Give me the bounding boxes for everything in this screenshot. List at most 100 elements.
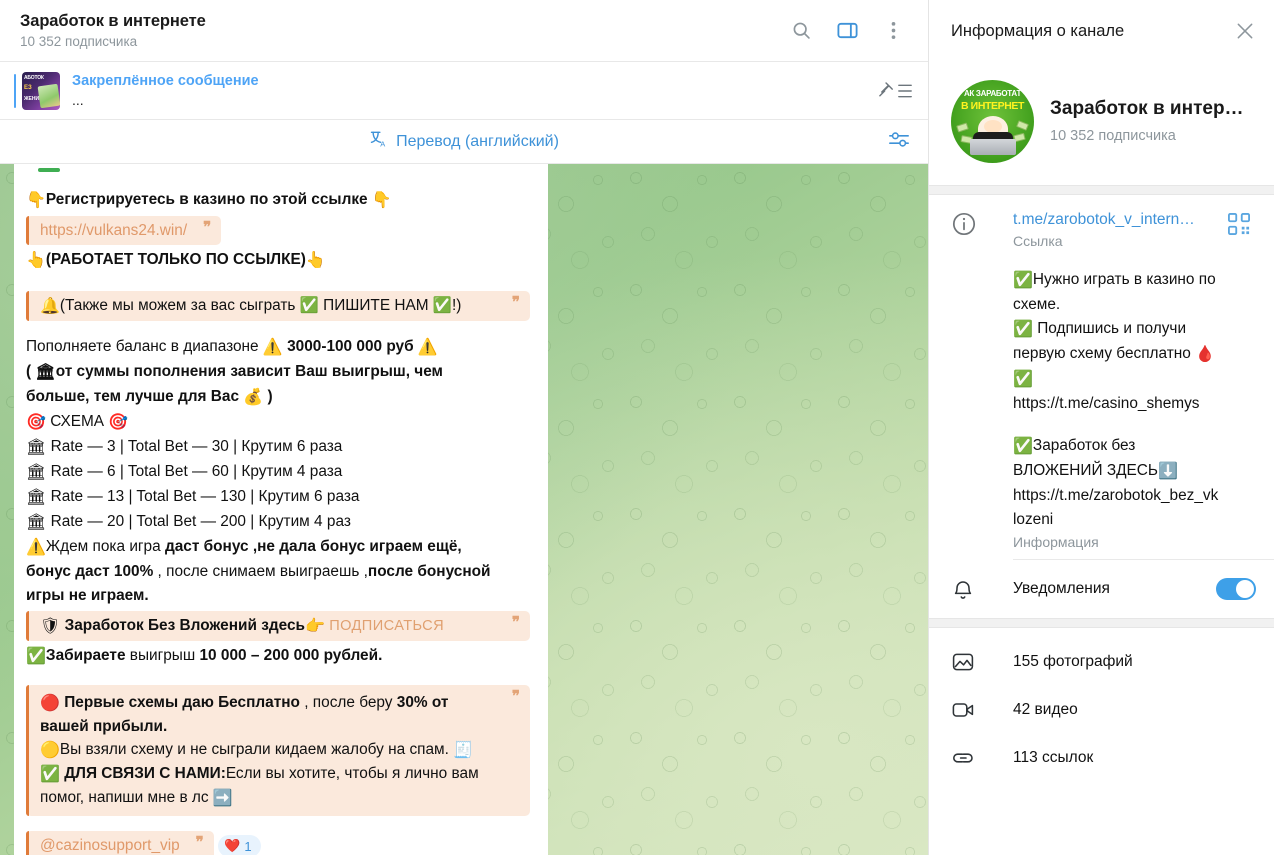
pin-thumb-text-1: АБОТОК (24, 74, 44, 81)
quote-casino-link[interactable]: https://vulkans24.win/ ❞ (26, 216, 222, 245)
link-icon (951, 746, 1013, 770)
description-caption: Информация (1013, 534, 1099, 550)
sliders-icon[interactable] (888, 128, 910, 155)
quote-link-text: https://vulkans24.win/ (40, 222, 188, 239)
media-label-links: 113 ссылок (1013, 749, 1094, 766)
pinned-indicator-bar (14, 73, 16, 108)
pinned-message-label: Закреплённое сообщение (72, 72, 259, 89)
quote-play-for-you[interactable]: 🔔(Также мы можем за вас сыграть ✅ ПИШИТЕ… (26, 291, 530, 321)
page-title: Заработок в интернете (20, 11, 206, 30)
bubble2-line-3: 🟡Вы взяли схему и не сыграли кидаем жало… (40, 741, 474, 759)
channel-profile[interactable]: АК ЗАРАБОТАТ В ИНТЕРНЕТ Заработок в инте… (929, 62, 1274, 185)
chat-column: Заработок в интернете 10 352 подписчика (0, 0, 928, 855)
quote-mark-icon: ❞ (511, 688, 520, 705)
scheme-row: 🏛 Rate — 20 | Total Bet — 200 | Крутим 4… (26, 513, 351, 531)
reaction-count: 1 (244, 838, 252, 854)
translate-label: Перевод (английский) (396, 132, 559, 150)
media-row-videos[interactable]: 42 видео (929, 686, 1274, 734)
bubble2-line-4: ✅ ДЛЯ СВЯЗИ С НАМИ:Если вы хотите, чтобы… (40, 765, 479, 783)
pinned-message-thumbnail: АБОТОК ЕЗ ЖЕНИЙ (22, 71, 60, 110)
quote-mark-icon: ❞ (203, 219, 212, 236)
quote-zarabotok-subscribe[interactable]: 🛡 Заработок Без Вложений здесь👉 ПОДПИСАТ… (26, 611, 530, 641)
channel-link-body: t.me/zarobotok_v_intern… Ссылка (1013, 209, 1228, 252)
close-icon[interactable] (1232, 18, 1258, 44)
channel-subscribers: 10 352 подписчика (1050, 128, 1176, 144)
section-divider (929, 185, 1274, 195)
channel-link-value[interactable]: t.me/zarobotok_v_intern… (1013, 209, 1228, 231)
pinned-message-texts: Закреплённое сообщение ... (72, 72, 878, 110)
pin-thumb-cash (37, 83, 60, 108)
scheme-row: 🏛 Rate — 6 | Total Bet — 60 | Крутим 4 р… (26, 463, 343, 481)
media-row-photos[interactable]: 155 фотографий (929, 638, 1274, 686)
message-line-wait-2: бонус даст 100% , после снимаем выиграеш… (26, 563, 491, 580)
support-username-text: @cazinosupport_vip (40, 837, 180, 854)
telegram-window: Заработок в интернете 10 352 подписчика (0, 0, 1274, 855)
pinned-list-button[interactable] (878, 80, 914, 102)
quote-free-schemes-bubble[interactable]: 🔴 Первые схемы даю Бесплатно , после бер… (26, 685, 530, 816)
chat-header: Заработок в интернете 10 352 подписчика (0, 0, 928, 62)
channel-description[interactable]: ✅Нужно играть в казино по схеме. ✅ Подпи… (929, 258, 1274, 559)
message-line-works-only: 👆(РАБОТАЕТ ТОЛЬКО ПО ССЫЛКЕ)👆 (26, 251, 326, 269)
avatar-caption-1: АК ЗАРАБОТАТ (963, 89, 1022, 98)
translate-button[interactable]: A Перевод (английский) (369, 129, 559, 154)
scheme-row: 🏛 Rate — 3 | Total Bet — 30 | Крутим 6 р… (26, 438, 343, 456)
message-line-wait-1: ⚠️Ждем пока игра даст бонус ,не дала бон… (26, 538, 462, 556)
quote-support-username[interactable]: @cazinosupport_vip ❞ (26, 831, 214, 855)
bubble2-line-1: 🔴 Первые схемы даю Бесплатно , после бер… (40, 694, 449, 712)
more-vertical-icon[interactable] (880, 18, 906, 44)
desc-line-6: ✅Заработок без (1013, 437, 1136, 455)
info-panel-header: Информация о канале (929, 0, 1274, 62)
desc-link-casino-shemys[interactable]: https://t.me/casino_shemys (1013, 392, 1256, 416)
message-line-take-winnings: ✅Забираете выигрыш 10 000 – 200 000 рубл… (26, 647, 383, 665)
media-label-photos: 155 фотографий (1013, 653, 1133, 670)
heart-reaction-icon: ❤️ (224, 838, 241, 853)
chat-header-titles[interactable]: Заработок в интернете 10 352 подписчика (20, 11, 788, 51)
side-panel-icon[interactable] (834, 18, 860, 44)
bubble2-line-2: вашей прибыли. (40, 718, 168, 735)
pinned-message-bar[interactable]: АБОТОК ЕЗ ЖЕНИЙ Закреплённое сообщение .… (0, 62, 928, 120)
translate-icon: A (369, 129, 389, 154)
message-line-balance-3: больше, тем лучше для Вас 💰 ) (26, 388, 273, 406)
message-scroll-area[interactable]: 👇Регистрируетесь в казино по этой ссылке… (0, 164, 928, 855)
message-line-register: 👇Регистрируетесь в казино по этой ссылке… (26, 191, 392, 209)
subscriber-count: 10 352 подписчика (20, 33, 138, 49)
message-content-panel: 👇Регистрируетесь в казино по этой ссылке… (14, 164, 548, 855)
message-line-balance-1: Пополняете баланс в диапазоне ⚠️ 3000-10… (26, 338, 438, 356)
chat-header-actions (788, 18, 914, 44)
translate-bar[interactable]: A Перевод (английский) (0, 120, 928, 164)
notifications-toggle[interactable] (1216, 578, 1256, 600)
notifications-label: Уведомления (1013, 580, 1110, 597)
quote-play-text: (Также мы можем за вас сыграть ✅ ПИШИТЕ … (59, 297, 462, 314)
avatar-caption-2: В ИНТЕРНЕТ (960, 100, 1025, 112)
video-icon (951, 698, 1013, 722)
desc-link-zarobotok-bez-vlozeni[interactable]: https://t.me/zarobotok_bez_vk (1013, 484, 1256, 508)
section-divider (929, 618, 1274, 628)
quote-zarabotok-text: Заработок Без Вложений здесь (64, 617, 305, 634)
channel-info-panel: Информация о канале АК ЗАРАБОТАТ В ИНТЕР… (928, 0, 1274, 855)
desc-link-zarobotok-bez-vlozeni-cont[interactable]: lozeni (1013, 508, 1256, 532)
desc-line-5: ✅ (1013, 371, 1033, 388)
subscribe-button[interactable]: ПОДПИСАТЬСЯ (329, 618, 444, 634)
channel-link-row[interactable]: t.me/zarobotok_v_intern… Ссылка (929, 195, 1274, 258)
pin-thumb-text-2: ЕЗ (24, 84, 32, 91)
message-top-cutoff (38, 168, 60, 172)
reaction-badge[interactable]: ❤️ 1 (218, 835, 261, 855)
message-line-balance-2: ( 🏛от суммы пополнения зависит Ваш выигр… (26, 363, 443, 381)
qr-code-icon[interactable] (1228, 209, 1258, 252)
quote-mark-icon: ❞ (511, 294, 520, 311)
info-panel-title: Информация о канале (951, 21, 1125, 40)
desc-line-4: первую схему бесплатно 🩸 (1013, 345, 1216, 363)
media-row-links[interactable]: 113 ссылок (929, 734, 1274, 782)
channel-name: Заработок в интер… (1050, 98, 1244, 119)
notifications-row[interactable]: Уведомления (929, 560, 1274, 618)
search-icon[interactable] (788, 18, 814, 44)
avatar[interactable]: АК ЗАРАБОТАТ В ИНТЕРНЕТ (951, 80, 1034, 163)
quote-mark-icon: ❞ (511, 614, 520, 631)
desc-line-1: ✅Нужно играть в казино по (1013, 271, 1216, 289)
info-rows: t.me/zarobotok_v_intern… Ссылка ✅Нужно и… (929, 195, 1274, 855)
shared-media-list: 155 фотографий 42 видео 113 ссылок (929, 628, 1274, 782)
desc-line-7: ВЛОЖЕНИЙ ЗДЕСЬ⬇️ (1013, 462, 1178, 480)
media-label-videos: 42 видео (1013, 701, 1078, 718)
svg-text:A: A (380, 140, 385, 149)
quote-mark-icon: ❞ (195, 834, 204, 851)
